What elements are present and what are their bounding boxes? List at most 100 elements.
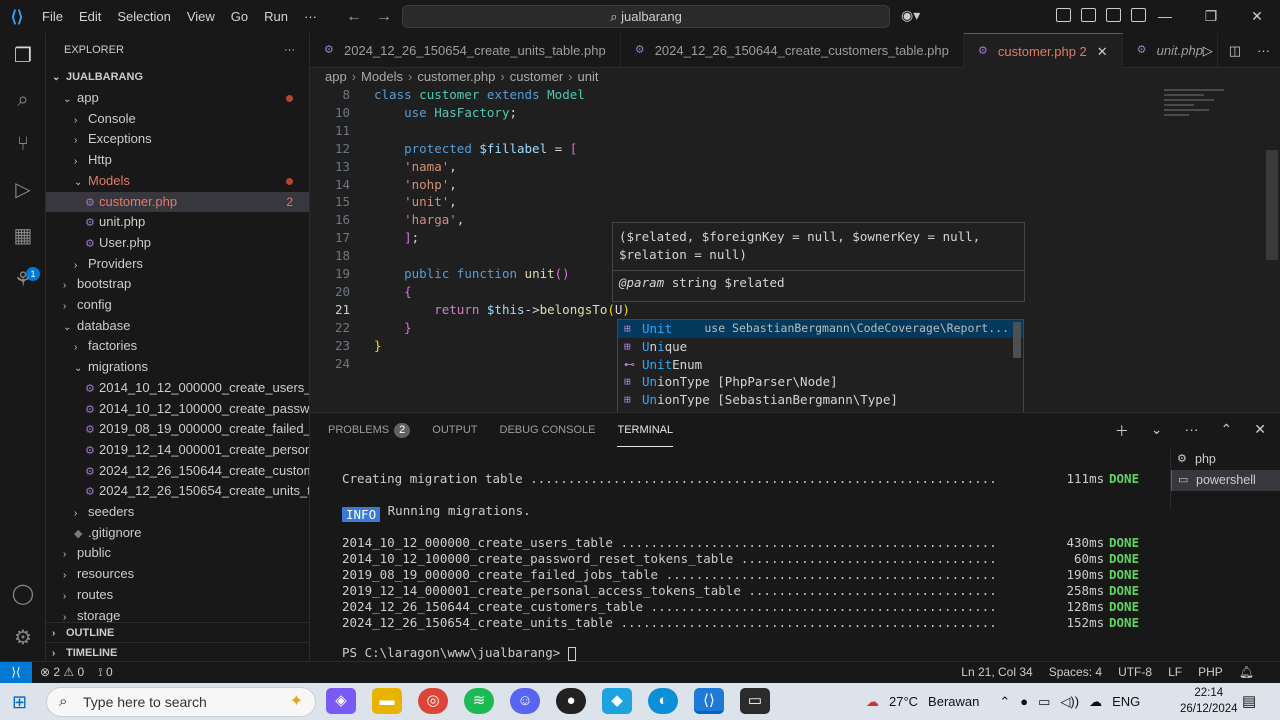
toggle-panel-icon[interactable] xyxy=(1106,8,1121,22)
menu-item-run[interactable]: Run xyxy=(256,0,296,33)
breadcrumb-item[interactable]: app xyxy=(325,69,347,84)
chevron-up-icon[interactable]: ⌃ xyxy=(999,694,1010,710)
clock[interactable]: 22:14 26/12/2024 xyxy=(1180,685,1238,717)
tab-2024-12-26-150654-create-units-table-php[interactable]: ⚙ 2024_12_26_150654_create_units_table.ph… xyxy=(310,33,621,68)
network-icon[interactable]: ▭ xyxy=(1038,694,1050,710)
folder-item[interactable]: › bootstrap xyxy=(46,274,309,294)
file-item[interactable]: ⚙ unit.php xyxy=(46,212,309,232)
workspace-root[interactable]: ⌄ JUALBARANG xyxy=(46,67,309,87)
volume-icon[interactable]: ◁)) xyxy=(1060,694,1079,710)
windows-start-icon[interactable]: ⊞ xyxy=(12,692,27,713)
breadcrumb-item[interactable]: unit xyxy=(578,69,599,84)
vscode-taskbar-icon[interactable]: ⟨⟩ xyxy=(694,688,724,714)
bell-icon[interactable]: 🔔︎ xyxy=(1239,662,1254,683)
extensions-icon[interactable]: ▦ xyxy=(10,223,36,249)
panel-tab-output[interactable]: OUTPUT xyxy=(432,413,477,447)
terminal-instance[interactable]: ⚙ php xyxy=(1171,449,1280,470)
close-tab-icon[interactable]: ✕ xyxy=(1097,44,1108,59)
encoding[interactable]: UTF-8 xyxy=(1118,662,1152,683)
copilot-app-icon[interactable]: ◈ xyxy=(326,688,356,714)
folder-item[interactable]: ⌄ Models xyxy=(46,171,309,191)
folder-item[interactable]: › public xyxy=(46,543,309,563)
cursor-position[interactable]: Ln 21, Col 34 xyxy=(961,662,1032,683)
file-item[interactable]: ◆ .gitignore xyxy=(46,523,309,543)
panel-tab-terminal[interactable]: TERMINAL xyxy=(617,413,674,447)
suggestion-item[interactable]: ⊞ UnionType [SebastianBergmann\Type] xyxy=(618,391,1023,409)
explorer-icon[interactable]: ❐ xyxy=(10,43,36,69)
outline-section[interactable]: › OUTLINE xyxy=(46,622,309,642)
menu-item-edit[interactable]: Edit xyxy=(71,0,109,33)
breadcrumb-item[interactable]: Models xyxy=(361,69,403,84)
file-item[interactable]: ⚙ 2014_10_12_000000_create_users_tabl... xyxy=(46,378,309,398)
edge-icon[interactable]: ◐ xyxy=(648,688,678,714)
cloud-icon[interactable]: ☁ xyxy=(1089,694,1102,710)
terminal-instance[interactable]: ▭ powershell xyxy=(1171,470,1280,491)
obs-icon[interactable]: ● xyxy=(556,688,586,714)
minimap[interactable] xyxy=(1164,86,1266,146)
copilot-icon[interactable]: ◉▾ xyxy=(901,7,920,24)
command-center-search[interactable]: ⌕ jualbarang xyxy=(402,5,890,28)
folder-item[interactable]: › seeders xyxy=(46,502,309,522)
forward-arrow-icon[interactable]: → xyxy=(376,0,392,33)
terminal-prompt[interactable]: PS C:\laragon\www\jualbarang> xyxy=(342,645,576,661)
weather-text[interactable]: Berawan xyxy=(928,694,979,709)
language-indicator[interactable]: ENG xyxy=(1112,694,1140,709)
folder-item[interactable]: › Providers xyxy=(46,254,309,274)
menu-item-file[interactable]: File xyxy=(34,0,71,33)
gear-icon[interactable]: ⚙ xyxy=(10,625,36,651)
indentation[interactable]: Spaces: 4 xyxy=(1049,662,1102,683)
split-editor-icon[interactable]: ◫ xyxy=(1229,33,1241,68)
more-icon[interactable]: ··· xyxy=(1257,33,1270,68)
folder-item[interactable]: › Exceptions xyxy=(46,129,309,149)
folder-item[interactable]: › routes xyxy=(46,585,309,605)
panel-tab-debug-console[interactable]: DEBUG CONSOLE xyxy=(500,413,596,447)
python-icon[interactable]: ⚘ xyxy=(10,267,36,293)
breadcrumb-item[interactable]: customer.php xyxy=(417,69,495,84)
weather-temp[interactable]: 27°C xyxy=(889,694,918,709)
file-item[interactable]: ⚙ 2019_12_14_000001_create_personal_a... xyxy=(46,440,309,460)
customize-layout-icon[interactable] xyxy=(1056,8,1071,22)
suggestion-item[interactable]: ⊞ Unique xyxy=(618,338,1023,356)
suggest-scrollbar[interactable] xyxy=(1013,322,1021,358)
folder-item[interactable]: ⌄ migrations xyxy=(46,357,309,377)
folder-item[interactable]: › Console xyxy=(46,109,309,129)
restore-button[interactable]: ❐ xyxy=(1188,0,1234,33)
line-ending[interactable]: LF xyxy=(1168,662,1182,683)
mic-icon[interactable]: ● xyxy=(1020,694,1028,709)
remote-icon[interactable]: ⟩⟨ xyxy=(0,662,32,684)
menu-item-selection[interactable]: Selection xyxy=(109,0,178,33)
tab-customer-php[interactable]: ⚙ customer.php 2 ✕ xyxy=(963,33,1123,68)
terminal-taskbar-icon[interactable]: ▭ xyxy=(740,688,770,714)
chevron-down-icon[interactable]: ⌄ xyxy=(1151,421,1163,441)
timeline-section[interactable]: › TIMELINE xyxy=(46,642,309,662)
suggestion-item[interactable]: ⊞ Unit use SebastianBergmann\CodeCoverage\… xyxy=(618,320,1023,338)
back-arrow-icon[interactable]: ← xyxy=(346,0,362,33)
folder-item[interactable]: › config xyxy=(46,295,309,315)
file-item[interactable]: ⚙ 2014_10_12_100000_create_password_... xyxy=(46,399,309,419)
spotify-icon[interactable]: ≋ xyxy=(464,688,494,714)
file-item[interactable]: ⚙ User.php xyxy=(46,233,309,253)
file-item[interactable]: ⚙ 2019_08_19_000000_create_failed_jobs... xyxy=(46,419,309,439)
close-window-button[interactable]: ✕ xyxy=(1234,0,1280,33)
notification-icon[interactable]: ▤ xyxy=(1242,692,1256,710)
file-explorer-icon[interactable]: ▬ xyxy=(372,688,402,714)
chrome-icon[interactable]: ◎ xyxy=(418,688,448,714)
breadcrumb-item[interactable]: customer xyxy=(510,69,563,84)
more-icon[interactable]: ··· xyxy=(1185,421,1199,441)
problems-status[interactable]: ⊗ 2 ⚠ 0 xyxy=(40,662,84,683)
suggestion-item[interactable]: ⊷ UnitEnum xyxy=(618,356,1023,374)
new-terminal-icon[interactable]: ＋ xyxy=(1115,421,1129,441)
file-item[interactable]: ⚙ 2024_12_26_150654_create_units_table... xyxy=(46,481,309,501)
file-item[interactable]: ⚙ 2024_12_26_150644_create_customers... xyxy=(46,461,309,481)
editor-scrollbar[interactable] xyxy=(1266,150,1278,260)
folder-item[interactable]: › factories xyxy=(46,336,309,356)
account-icon[interactable]: ◯ xyxy=(10,581,36,607)
menu-more[interactable]: ··· xyxy=(296,0,325,33)
run-debug-icon[interactable]: ▷ xyxy=(10,177,36,203)
maximize-panel-icon[interactable]: ⌃ xyxy=(1221,421,1233,441)
close-panel-icon[interactable]: ✕ xyxy=(1254,421,1266,441)
minimize-button[interactable]: — xyxy=(1142,0,1188,33)
suggestion-item[interactable]: ⊞ UnionType [PhpParser\Node] xyxy=(618,373,1023,391)
tab-2024-12-26-150644-create-customers-table-php[interactable]: ⚙ 2024_12_26_150644_create_customers_tabl… xyxy=(621,33,964,68)
folder-item[interactable]: ⌄ app xyxy=(46,88,309,108)
